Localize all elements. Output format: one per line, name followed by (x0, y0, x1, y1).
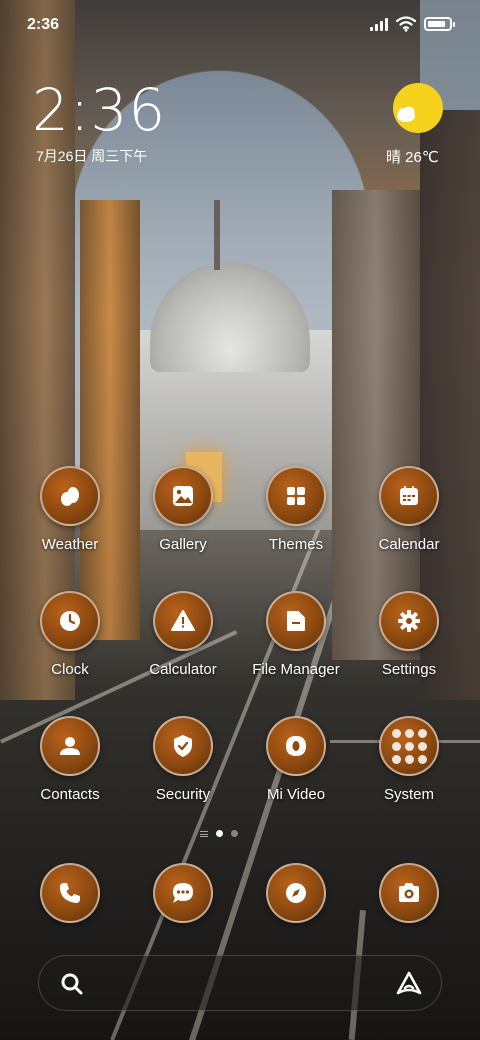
app-mi-video[interactable]: Mi Video (240, 716, 352, 803)
gallery-icon (173, 486, 193, 506)
status-bar: 2:36 (0, 0, 480, 48)
app-label: Weather (41, 536, 99, 553)
app-file-manager[interactable]: File Manager (240, 591, 352, 678)
status-icons (370, 16, 455, 32)
wifi-icon (396, 16, 416, 32)
app-label: Calculator (149, 661, 217, 678)
calendar-icon (400, 486, 418, 505)
partly-sunny-icon[interactable] (392, 82, 444, 134)
dock-phone[interactable] (14, 863, 126, 923)
status-time: 2:36 (27, 16, 60, 33)
weather-icon (61, 487, 79, 506)
dock-camera[interactable] (353, 863, 465, 923)
app-settings[interactable]: Settings (353, 591, 465, 678)
battery-icon (424, 17, 455, 31)
app-label: Contacts (40, 786, 100, 803)
signal-icon (370, 17, 388, 31)
folder-system[interactable]: System (353, 716, 465, 803)
app-clock[interactable]: Clock (14, 591, 126, 678)
app-label: File Manager (252, 661, 340, 678)
search-bar[interactable] (38, 955, 442, 1011)
dock-messages[interactable] (127, 863, 239, 923)
shield-icon (174, 735, 192, 757)
phone-icon (60, 883, 80, 903)
gear-icon (398, 610, 420, 632)
camera-icon (399, 883, 419, 902)
app-label: Gallery (159, 536, 207, 553)
assistant-icon[interactable] (395, 970, 423, 998)
app-label: Settings (381, 661, 437, 678)
clock-icon (60, 611, 80, 631)
page-indicator[interactable] (200, 830, 238, 837)
app-label: Clock (51, 661, 89, 678)
app-contacts[interactable]: Contacts (14, 716, 126, 803)
dock-browser[interactable] (240, 863, 352, 923)
app-security[interactable]: Security (127, 716, 239, 803)
app-label: Themes (268, 536, 324, 553)
themes-icon (287, 487, 305, 505)
clock-widget-time[interactable]: 2:36 (32, 76, 166, 144)
page-dot[interactable] (231, 830, 238, 837)
person-icon (60, 737, 80, 755)
app-label: Mi Video (266, 786, 326, 803)
calculator-icon (171, 610, 195, 631)
app-weather[interactable]: Weather (14, 466, 126, 553)
browser-compass-icon (286, 883, 306, 903)
app-themes[interactable]: Themes (240, 466, 352, 553)
app-label: Security (155, 786, 211, 803)
messages-icon (173, 883, 193, 903)
app-gallery[interactable]: Gallery (127, 466, 239, 553)
app-label: System (383, 786, 434, 803)
folder-icon (287, 611, 305, 631)
app-label: Calendar (378, 536, 440, 553)
app-list-indicator-icon[interactable] (200, 830, 208, 837)
weather-text[interactable]: 晴 26℃ (386, 146, 439, 167)
video-icon (286, 736, 306, 756)
app-calculator[interactable]: Calculator (127, 591, 239, 678)
folder-grid-icon (391, 728, 427, 764)
page-dot-active[interactable] (216, 830, 223, 837)
app-calendar[interactable]: Calendar (353, 466, 465, 553)
clock-widget-date[interactable]: 7月26日 周三下午 (36, 146, 147, 166)
search-icon[interactable] (59, 971, 85, 997)
